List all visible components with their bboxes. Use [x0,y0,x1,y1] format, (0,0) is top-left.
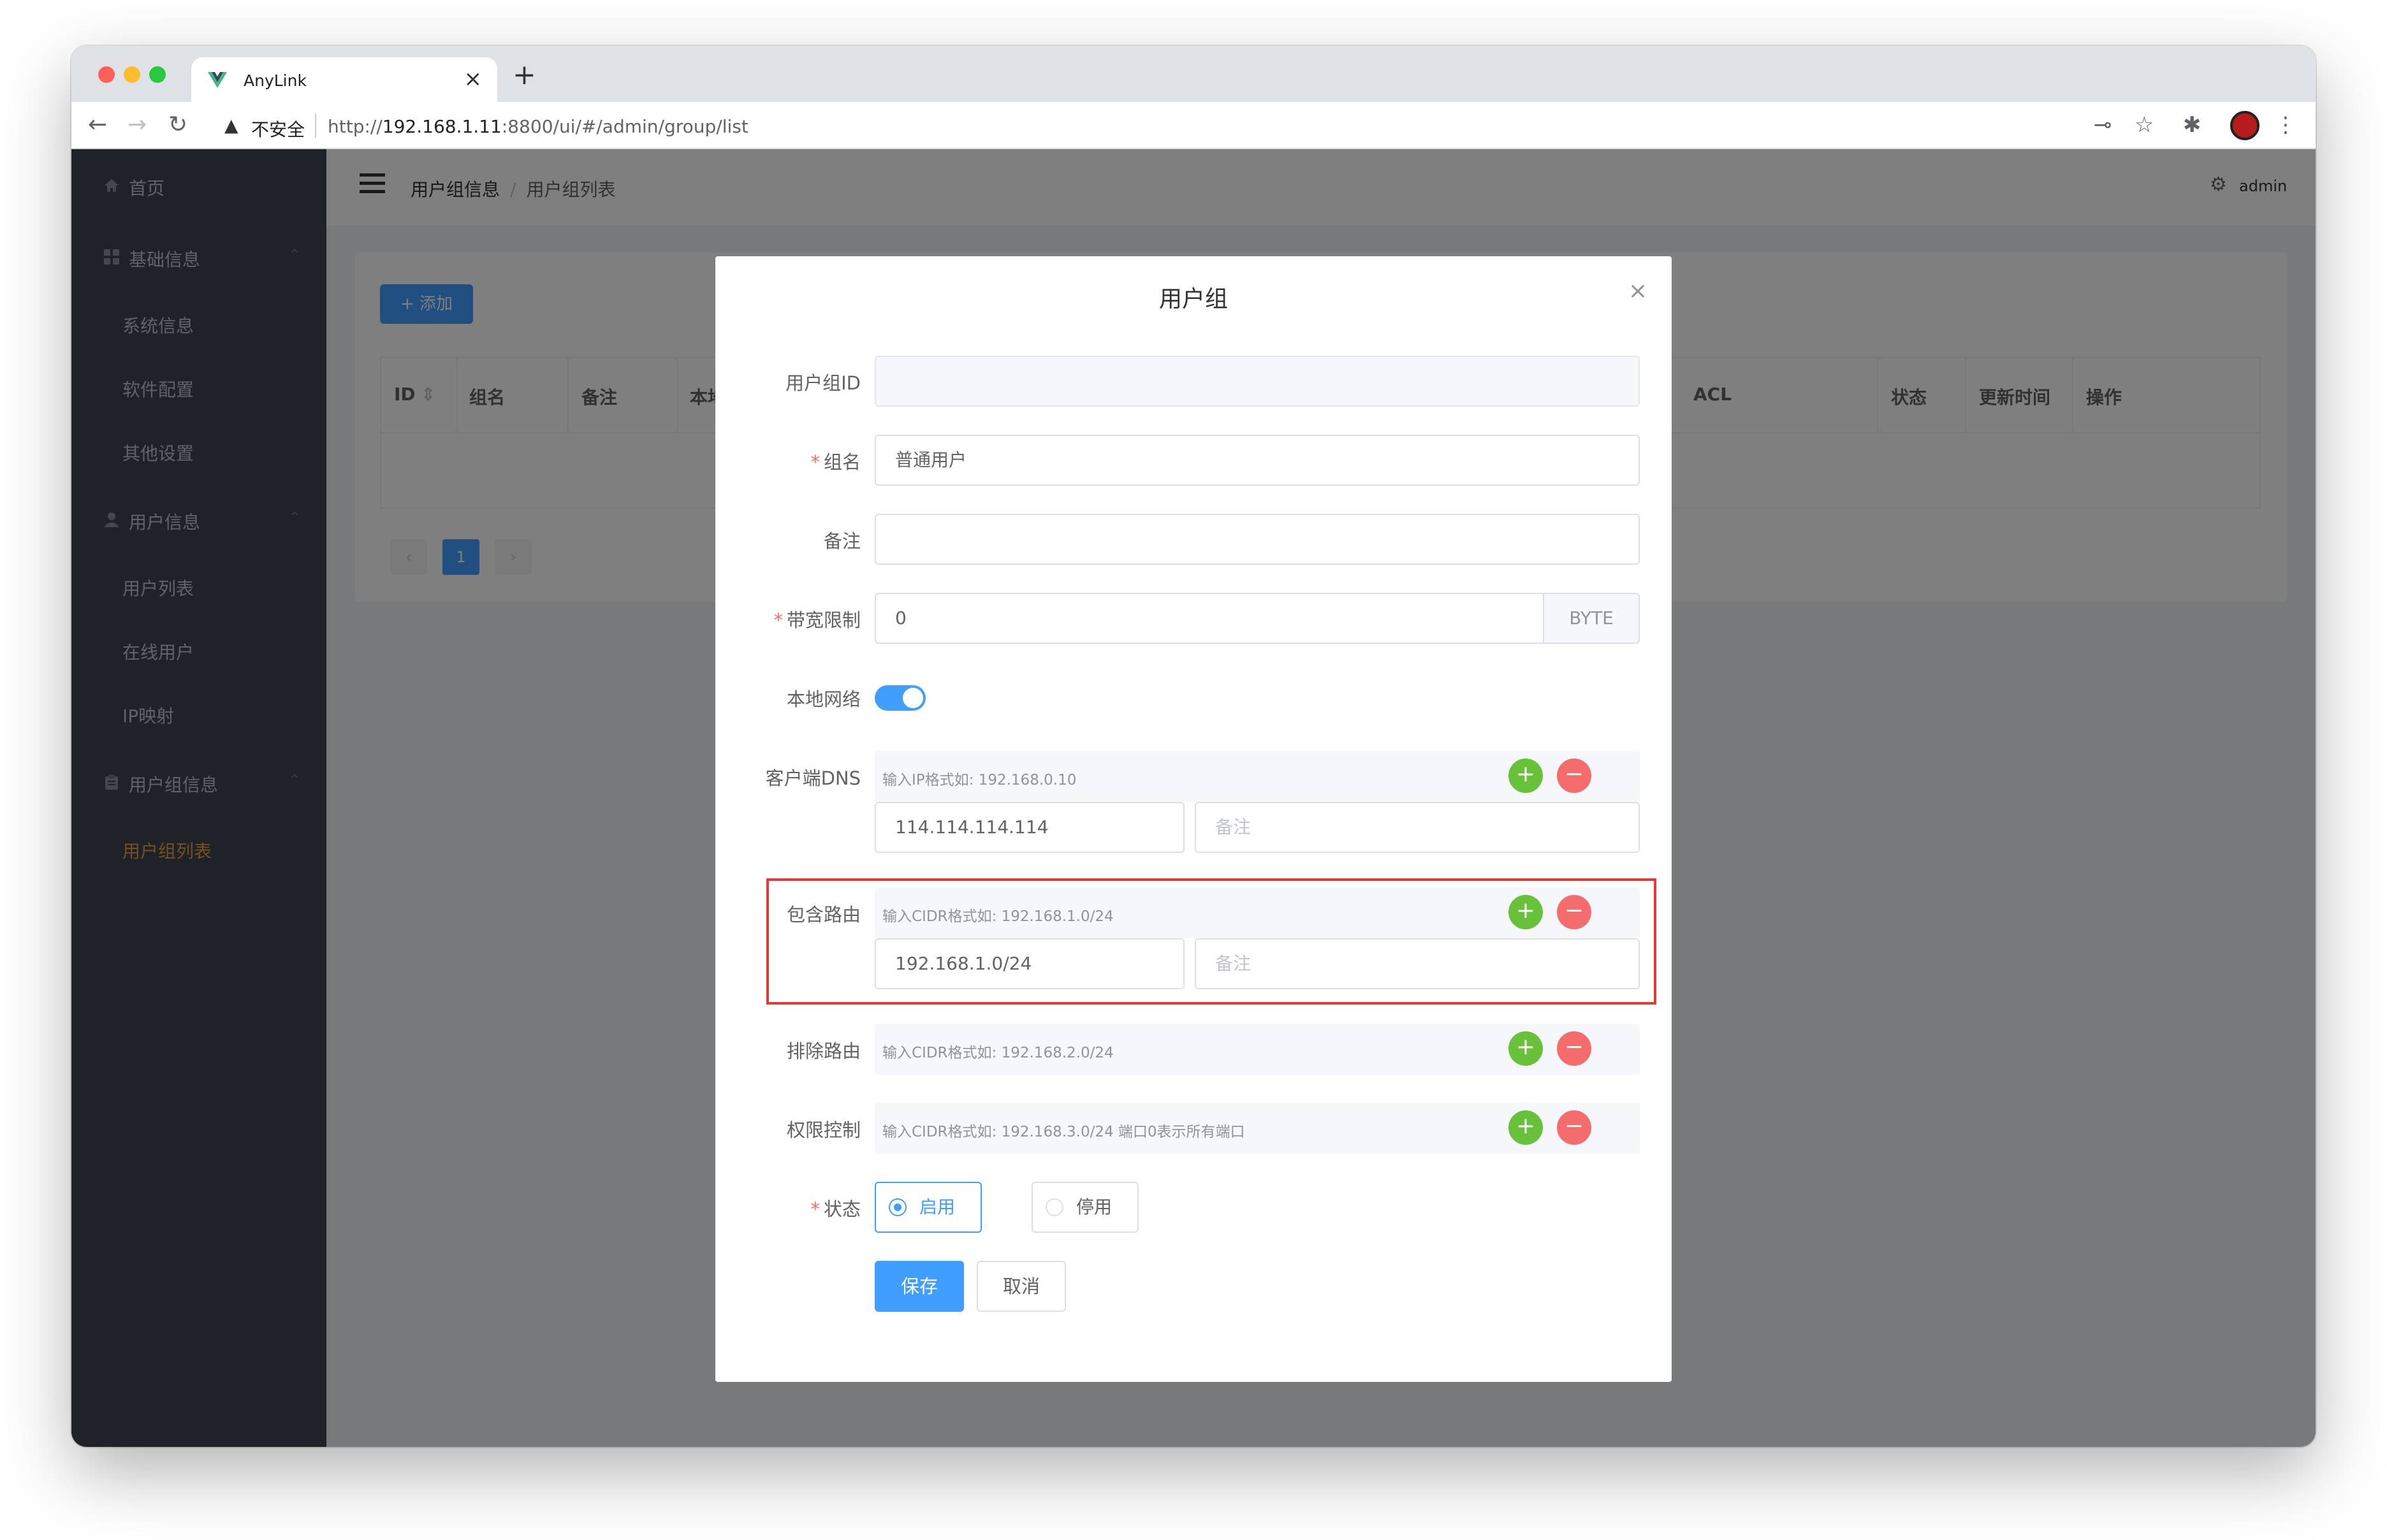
browser-tab-anylink[interactable]: AnyLink × [191,57,497,102]
bandwidth-label: * 带宽限制 [773,609,861,631]
include-route-hint-bar: 输入CIDR格式如: 192.168.1.0/24 + − [875,887,1640,938]
remove-exclude-route-button[interactable]: − [1557,1031,1591,1066]
add-acl-button[interactable]: + [1508,1110,1543,1145]
url-host: 192.168.1.11 [382,116,502,137]
bandwidth-unit: BYTE [1543,593,1640,644]
not-secure-label[interactable]: 不安全 [251,116,305,142]
group-dialog: 用户组 × 用户组ID * 组名 普通用户 备注 * 带宽限制 0 BYTE 本地网… [715,256,1672,1382]
url-input[interactable]: http://192.168.1.11:8800/ui/#/admin/grou… [328,116,748,137]
vue-logo-icon [208,72,227,88]
dns-ip-input[interactable]: 114.114.114.114 [875,802,1185,853]
status-enable-radio[interactable]: 启用 [875,1182,982,1233]
required-mark: * [810,1198,820,1220]
exclude-route-hint-bar: 输入CIDR格式如: 192.168.2.0/24 + − [875,1024,1640,1075]
tab-bar: AnyLink × + [71,46,2316,102]
note-label: 备注 [823,530,861,552]
add-exclude-route-button[interactable]: + [1508,1031,1543,1066]
radio-checked-icon [889,1198,907,1216]
save-button[interactable]: 保存 [875,1261,964,1312]
tab-title: AnyLink [244,71,307,90]
url-scheme: http:// [328,116,383,137]
acl-hint-bar: 输入CIDR格式如: 192.168.3.0/24 端口0表示所有端口 + − [875,1103,1640,1154]
forward-icon[interactable]: → [128,113,147,136]
browser-window: AnyLink × + ← → ↻ ▲ 不安全 http://192.168.1… [71,46,2316,1447]
include-route-note-input[interactable]: 备注 [1195,938,1640,989]
required-mark: * [810,451,820,473]
add-include-route-button[interactable]: + [1508,895,1543,929]
close-window-button[interactable] [98,66,115,83]
local-network-toggle[interactable] [875,685,926,711]
dns-hint-bar: 输入IP格式如: 192.168.0.10 + − [875,751,1640,802]
reload-icon[interactable]: ↻ [168,113,187,136]
status-disable-radio[interactable]: 停用 [1032,1182,1139,1233]
radio-unchecked-icon [1046,1198,1063,1216]
status-label: * 状态 [810,1198,861,1220]
dns-note-input[interactable]: 备注 [1195,802,1640,853]
note-input[interactable] [875,514,1640,565]
add-dns-button[interactable]: + [1508,759,1543,793]
exclude-route-hint: 输入CIDR格式如: 192.168.2.0/24 [882,1045,1114,1061]
browser-menu-icon[interactable]: ⋮ [2275,112,2296,138]
group-name-input[interactable]: 普通用户 [875,435,1640,486]
extensions-icon[interactable]: ✱ [2183,112,2201,138]
local-network-label: 本地网络 [786,688,861,710]
back-icon[interactable]: ← [88,113,107,136]
url-path: :8800/ui/#/admin/group/list [501,116,748,137]
remove-acl-button[interactable]: − [1557,1110,1591,1145]
required-mark: * [773,609,783,631]
dialog-title: 用户组 [1158,286,1228,312]
profile-avatar[interactable] [2230,111,2259,140]
minimize-window-button[interactable] [124,66,140,83]
dns-hint: 输入IP格式如: 192.168.0.10 [882,772,1077,788]
maximize-window-button[interactable] [149,66,166,83]
exclude-route-label: 排除路由 [786,1040,861,1062]
include-route-label: 包含路由 [786,904,861,926]
bandwidth-input[interactable]: 0 [875,593,1544,644]
group-id-label: 用户组ID [785,372,861,394]
tab-close-icon[interactable]: × [464,66,483,92]
warning-icon[interactable]: ▲ [224,115,238,136]
cancel-button[interactable]: 取消 [977,1261,1066,1312]
url-divider [315,113,316,138]
remove-dns-button[interactable]: − [1557,759,1591,793]
dialog-close-icon[interactable]: × [1628,278,1647,304]
include-route-hint: 输入CIDR格式如: 192.168.1.0/24 [882,908,1114,925]
star-icon[interactable]: ☆ [2135,112,2154,138]
address-bar: ← → ↻ ▲ 不安全 http://192.168.1.11:8800/ui/… [71,102,2316,149]
remove-include-route-button[interactable]: − [1557,895,1591,929]
new-tab-button[interactable]: + [513,61,536,89]
acl-hint: 输入CIDR格式如: 192.168.3.0/24 端口0表示所有端口 [882,1124,1245,1140]
acl-label: 权限控制 [786,1119,861,1141]
group-name-label: * 组名 [810,451,861,473]
group-id-input[interactable] [875,356,1640,407]
include-route-input[interactable]: 192.168.1.0/24 [875,938,1185,989]
key-icon[interactable]: ⊸ [2094,112,2112,138]
client-dns-label: 客户端DNS [765,767,861,789]
